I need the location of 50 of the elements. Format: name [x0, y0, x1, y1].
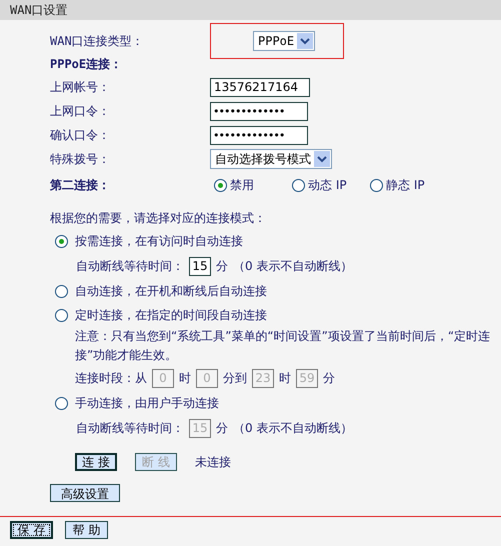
field-label: WAN口连接类型：: [50, 33, 145, 50]
input-field[interactable]: 13576217164: [210, 78, 310, 96]
status-text: 未连接: [195, 454, 231, 471]
footer-button[interactable]: 保 存: [10, 521, 53, 539]
radio-button[interactable]: [370, 178, 383, 192]
radio-label: 手动连接，由用户手动连接: [75, 395, 219, 412]
radio-button[interactable]: [214, 178, 227, 192]
unit-label: 分: [216, 258, 228, 275]
dropdown[interactable]: PPPoE: [253, 31, 315, 51]
advanced-settings-button[interactable]: 高级设置: [50, 484, 120, 502]
unit-label: 分: [323, 370, 335, 387]
page-title: WAN口设置: [10, 2, 68, 19]
radio-label: 禁用: [230, 177, 254, 194]
note-text: 注意：只有当您到“系统工具”菜单的“时间设置”项设置了当前时间后，“定时连接”功能才能生效。: [74, 328, 492, 364]
input-field[interactable]: 15: [189, 256, 211, 276]
radio-button[interactable]: [55, 396, 68, 410]
field-label: 特殊拨号：: [50, 151, 111, 168]
password-field[interactable]: •••••••••••••: [210, 102, 308, 120]
radio-label: 自动连接，在开机和断线后自动连接: [75, 283, 267, 300]
field-label: 自动断线等待时间：: [76, 258, 184, 275]
field-label: 确认口令：: [50, 127, 111, 144]
caret-icon: [314, 151, 330, 167]
radio-button[interactable]: [55, 308, 68, 322]
footer-button[interactable]: 帮 助: [65, 521, 108, 539]
field-label: 连接时段：从: [75, 370, 147, 387]
field-label: 上网口令：: [50, 103, 111, 120]
field-label: 自动断线等待时间：: [76, 420, 184, 437]
hint-text: （0 表示不自动断线）: [233, 420, 352, 437]
radio-button[interactable]: [55, 284, 68, 298]
field-label: 第二连接：: [50, 177, 111, 194]
unit-label: 时: [179, 370, 191, 387]
radio-button[interactable]: [55, 234, 68, 248]
unit-label: 分到: [223, 370, 247, 387]
radio-label: 按需连接，在有访问时自动连接: [75, 233, 243, 250]
dropdown[interactable]: 自动选择拨号模式: [210, 149, 332, 169]
caret-icon: [297, 33, 313, 49]
dropdown-value: PPPoE: [258, 33, 294, 50]
password-field[interactable]: •••••••••••••: [210, 126, 308, 144]
dropdown-value: 自动选择拨号模式: [215, 151, 311, 168]
instruction-text: 根据您的需要，请选择对应的连接模式：: [50, 210, 267, 227]
hint-text: （0 表示不自动断线）: [233, 258, 352, 275]
radio-button[interactable]: [292, 178, 305, 192]
unit-label: 分: [216, 420, 228, 437]
field-label: 上网帐号：: [50, 79, 111, 96]
radio-label: 动态 IP: [308, 177, 347, 194]
radio-label: 定时连接，在指定的时间段自动连接: [75, 307, 267, 324]
radio-label: 静态 IP: [386, 177, 425, 194]
unit-label: 时: [279, 370, 291, 387]
section-heading: PPPoE连接：: [50, 56, 124, 73]
action-button[interactable]: 连 接: [75, 453, 117, 471]
